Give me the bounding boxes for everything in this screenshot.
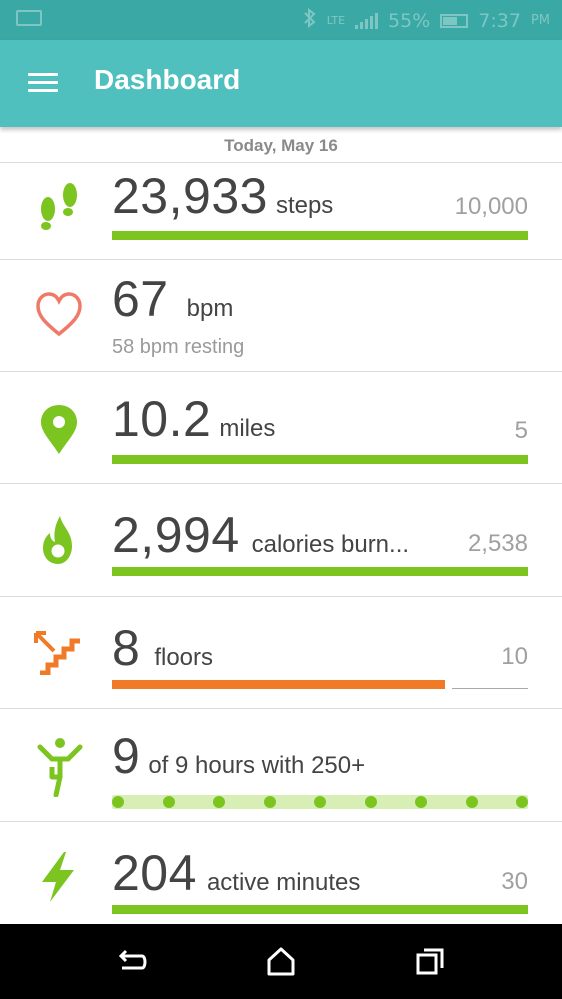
hour-dot — [162, 796, 175, 808]
steps-value: 23,933 steps — [112, 167, 333, 225]
flame-icon — [34, 514, 84, 570]
floors-progress-bar — [112, 680, 528, 689]
distance-unit: miles — [219, 415, 276, 442]
person-active-icon — [34, 737, 84, 798]
hour-dot — [213, 796, 225, 808]
hourly-activity-dots — [112, 795, 528, 809]
steps-progress-bar — [112, 231, 528, 240]
distance-goal: 5 — [514, 417, 528, 444]
active-minutes-progress-bar — [112, 905, 528, 914]
active-minutes-goal: 30 — [501, 868, 528, 895]
floors-progress-fill — [112, 680, 445, 689]
bluetooth-icon — [303, 7, 317, 33]
steps-number: 23,933 — [112, 168, 268, 224]
floors-progress-remaining — [452, 688, 528, 689]
status-ampm: PM — [530, 13, 550, 28]
battery-icon — [440, 13, 469, 28]
resting-heart-rate: 58 bpm resting — [112, 336, 245, 358]
steps-progress-fill — [112, 231, 528, 240]
hamburger-icon-line — [28, 81, 58, 84]
heart-rate-number: 67 — [112, 271, 169, 327]
heart-rate-unit: bpm — [186, 295, 234, 322]
floors-value: 8 floors — [112, 619, 213, 677]
floors-goal: 10 — [501, 643, 528, 670]
hour-dot — [516, 796, 528, 808]
page-title: Dashboard — [94, 64, 241, 95]
signal-icon — [355, 12, 379, 29]
status-time: 7:37 — [478, 9, 521, 32]
calories-tile[interactable]: 2,994 calories burn... 2,538 — [0, 484, 562, 597]
date-header: Today, May 16 — [0, 127, 562, 163]
active-minutes-number: 204 — [112, 845, 197, 901]
footprints-icon — [34, 177, 84, 233]
distance-value: 10.2 miles — [112, 390, 275, 448]
lte-icon: LTE — [326, 14, 346, 27]
recent-apps-button[interactable] — [410, 942, 450, 982]
hourly-activity-number: 9 — [112, 728, 141, 784]
distance-tile[interactable]: 10.2 miles 5 — [0, 372, 562, 484]
app-bar: Dashboard — [0, 40, 562, 127]
active-minutes-tile[interactable]: 204 active minutes 30 — [0, 822, 562, 924]
hour-dot — [112, 796, 124, 808]
heart-icon — [34, 290, 84, 346]
hourly-activity-tile[interactable]: 9 of 9 hours with 250+ — [0, 709, 562, 822]
floors-unit: floors — [154, 644, 213, 671]
floors-tile[interactable]: 8 floors 10 — [0, 597, 562, 709]
calories-number: 2,994 — [112, 507, 240, 563]
hour-dot — [314, 796, 326, 808]
home-button[interactable] — [261, 942, 301, 982]
calories-unit: calories burn... — [251, 531, 410, 558]
active-minutes-unit: active minutes — [206, 869, 361, 896]
distance-progress-bar — [112, 455, 528, 464]
lightning-icon — [34, 850, 84, 906]
distance-progress-fill — [112, 455, 528, 464]
steps-tile[interactable]: 23,933 steps 10,000 — [0, 163, 562, 260]
calories-value: 2,994 calories burn... — [112, 506, 409, 564]
active-minutes-value: 204 active minutes — [112, 844, 360, 902]
hour-dot — [415, 796, 427, 808]
status-indicators: LTE 55% 7:37 PM — [303, 7, 550, 33]
system-nav-bar — [0, 924, 562, 999]
hour-dot — [364, 796, 377, 808]
distance-number: 10.2 — [112, 391, 212, 447]
location-pin-icon — [34, 404, 84, 460]
calories-progress-bar — [112, 567, 528, 576]
heart-rate-tile[interactable]: 67 bpm 58 bpm resting — [0, 260, 562, 372]
stairs-icon — [34, 629, 84, 685]
active-minutes-progress-fill — [112, 905, 528, 914]
menu-button[interactable] — [24, 68, 64, 98]
hourly-activity-unit: of 9 hours with 250+ — [148, 752, 366, 779]
status-bar: LTE 55% 7:37 PM — [0, 0, 562, 40]
hamburger-icon-line — [28, 89, 58, 92]
heart-rate-value: 67 bpm — [112, 270, 233, 328]
hour-dot — [263, 796, 276, 808]
calories-progress-fill — [112, 567, 528, 576]
floors-number: 8 — [112, 620, 141, 676]
hour-dot — [465, 796, 478, 808]
notification-image-icon — [16, 10, 42, 26]
hamburger-icon-line — [28, 73, 58, 76]
back-button[interactable] — [112, 942, 152, 982]
steps-unit: steps — [275, 192, 334, 219]
calories-goal: 2,538 — [467, 530, 528, 557]
steps-goal: 10,000 — [454, 193, 528, 220]
hourly-activity-value: 9 of 9 hours with 250+ — [112, 727, 365, 785]
battery-percent: 55% — [388, 9, 431, 32]
